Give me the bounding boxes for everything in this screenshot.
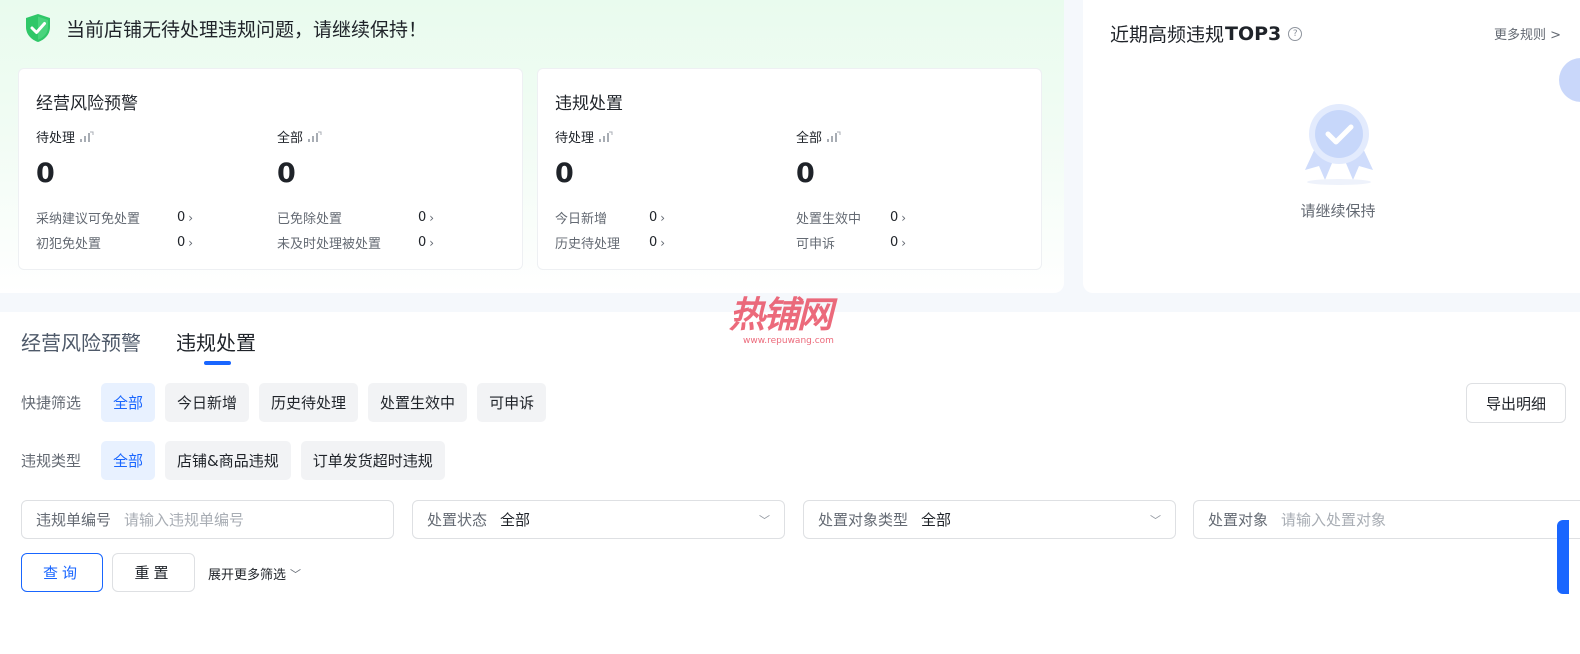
column-label: 待处理: [555, 131, 595, 146]
quick-filter-row: 快捷筛选 全部 今日新增 历史待处理 处置生效中 可申诉: [21, 383, 556, 422]
selected-value: 全部: [500, 511, 531, 529]
all-column: 全部 0 已免除处置 0 › 未及时处理被处置 0 ›: [277, 127, 477, 255]
stat-row[interactable]: 可申诉 0 ›: [796, 230, 996, 255]
violation-handling-card: 违规处置 待处理 0 今日新增 0 › 历史待处理 0 › 全部 0 处置生效中 0 › 可…: [537, 68, 1042, 270]
stat-row[interactable]: 历史待处理 0 ›: [555, 230, 755, 255]
status-message: 当前店铺无待处理违规问题，请继续保持！: [66, 18, 428, 41]
chevron-right-icon: ›: [660, 210, 666, 225]
export-details-button[interactable]: 导出明细: [1466, 383, 1566, 423]
quick-filter-today-new[interactable]: 今日新增: [165, 383, 250, 422]
pending-count: 0: [555, 158, 574, 189]
pending-column: 待处理 0 今日新增 0 › 历史待处理 0 ›: [555, 127, 755, 255]
type-filter-order-timeout[interactable]: 订单发货超时违规: [300, 441, 445, 480]
type-filter-all[interactable]: 全部: [101, 441, 156, 480]
signal-icon: [599, 131, 613, 142]
signal-icon: [308, 131, 322, 142]
signal-icon: [827, 131, 841, 142]
status-banner: 当前店铺无待处理违规问题，请继续保持！: [22, 12, 427, 44]
expand-filters-toggle[interactable]: 展开更多筛选 ﹀: [208, 564, 302, 584]
chevron-right-icon: ›: [901, 210, 907, 225]
help-icon[interactable]: ?: [1288, 26, 1303, 41]
target-type-select[interactable]: 处置对象类型 全部 ﹀: [803, 500, 1176, 539]
target-input[interactable]: [1281, 510, 1566, 529]
chevron-down-icon: ﹀: [759, 513, 770, 527]
card-title: 违规处置: [555, 94, 623, 114]
floating-side-widget[interactable]: [1557, 520, 1569, 594]
all-column: 全部 0 处置生效中 0 › 可申诉 0 ›: [796, 127, 996, 255]
all-count: 0: [277, 158, 296, 189]
target-field: 处置对象: [1193, 500, 1580, 539]
column-label: 待处理: [36, 131, 76, 146]
violation-type-label: 违规类型: [21, 452, 82, 470]
top3-panel: 近期高频违规 TOP3 ? 更多规则 > 请继续保持: [1083, 0, 1580, 293]
medal-check-icon: [1305, 104, 1373, 185]
stat-row[interactable]: 已免除处置 0 ›: [277, 205, 477, 230]
stat-row[interactable]: 处置生效中 0 ›: [796, 205, 996, 230]
top3-title: 近期高频违规 TOP3 ?: [1110, 20, 1303, 47]
empty-state-text: 请继续保持: [1300, 202, 1376, 220]
more-rules-link[interactable]: 更多规则 >: [1494, 24, 1561, 43]
column-label: 全部: [277, 131, 304, 146]
quick-filter-appealable[interactable]: 可申诉: [477, 383, 547, 422]
violation-number-input[interactable]: [124, 510, 379, 529]
active-tab-indicator: [204, 361, 231, 365]
quick-filter-all[interactable]: 全部: [101, 383, 156, 422]
selected-value: 全部: [921, 511, 952, 529]
column-label: 全部: [796, 131, 823, 146]
chevron-right-icon: ›: [188, 210, 194, 225]
chevron-right-icon: ›: [660, 235, 666, 250]
violation-type-row: 违规类型 全部 店铺&商品违规 订单发货超时违规: [21, 441, 455, 480]
violation-number-field: 违规单编号: [21, 500, 394, 539]
quick-filter-label: 快捷筛选: [21, 394, 82, 412]
chevron-right-icon: ›: [901, 235, 907, 250]
quick-filter-history-pending[interactable]: 历史待处理: [259, 383, 359, 422]
signal-icon: [80, 131, 94, 142]
pending-count: 0: [36, 158, 55, 189]
chevron-down-icon: ﹀: [1150, 513, 1161, 527]
pending-column: 待处理 0 采纳建议可免处置 0 › 初犯免处置 0 ›: [36, 127, 236, 255]
chevron-down-icon: ﹀: [290, 567, 302, 581]
query-button[interactable]: 查询: [21, 553, 103, 592]
handling-status-select[interactable]: 处置状态 全部 ﹀: [412, 500, 785, 539]
floating-assistant-bubble[interactable]: [1559, 58, 1580, 102]
stat-row[interactable]: 今日新增 0 ›: [555, 205, 755, 230]
tab-bar: 经营风险预警 违规处置: [21, 327, 291, 356]
chevron-right-icon: ›: [429, 235, 435, 250]
risk-warning-card: 经营风险预警 待处理 0 采纳建议可免处置 0 › 初犯免处置 0 › 全部 0 已免除…: [18, 68, 523, 270]
stat-row[interactable]: 未及时处理被处置 0 ›: [277, 230, 477, 255]
chevron-right-icon: ›: [429, 210, 435, 225]
stat-row[interactable]: 采纳建议可免处置 0 ›: [36, 205, 236, 230]
chevron-right-icon: ›: [188, 235, 194, 250]
quick-filter-in-effect[interactable]: 处置生效中: [368, 383, 468, 422]
all-count: 0: [796, 158, 815, 189]
type-filter-shop-goods[interactable]: 店铺&商品违规: [165, 441, 291, 480]
reset-button[interactable]: 重置: [112, 553, 195, 592]
watermark-logo: 热铺网 www.repuwang.com: [729, 295, 834, 347]
tab-risk-warning[interactable]: 经营风险预警: [21, 327, 141, 356]
card-title: 经营风险预警: [36, 94, 138, 114]
tab-violation-handling[interactable]: 违规处置: [176, 327, 256, 356]
shield-check-icon: [26, 14, 50, 42]
overview-panel: 当前店铺无待处理违规问题，请继续保持！ 经营风险预警 待处理 0 采纳建议可免处…: [0, 0, 1064, 293]
stat-row[interactable]: 初犯免处置 0 ›: [36, 230, 236, 255]
